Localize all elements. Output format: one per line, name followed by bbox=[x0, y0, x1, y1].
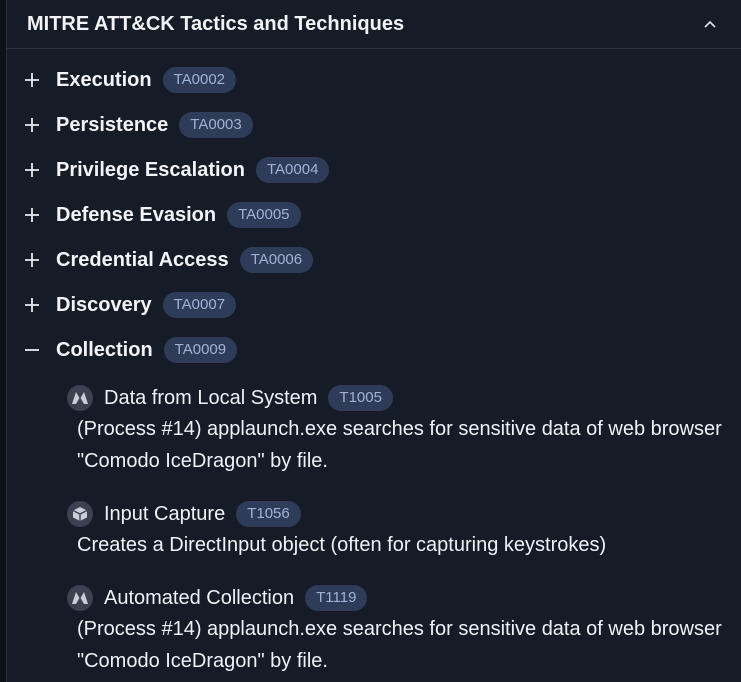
tactic-execution[interactable]: Execution TA0002 bbox=[23, 65, 237, 95]
technique-name: Input Capture bbox=[104, 502, 226, 525]
plus-icon[interactable] bbox=[23, 206, 41, 224]
tactic-id-badge: TA0002 bbox=[162, 67, 237, 93]
mitre-panel: MITRE ATT&CK Tactics and Techniques Exec… bbox=[6, 0, 741, 682]
technique-id-badge: T1056 bbox=[236, 501, 301, 527]
technique-id-badge: T1005 bbox=[328, 385, 393, 411]
tactic-persistence[interactable]: Persistence TA0003 bbox=[23, 110, 253, 140]
panel-title: MITRE ATT&CK Tactics and Techniques bbox=[27, 12, 405, 35]
technique-id-badge: T1119 bbox=[305, 585, 368, 611]
tactic-id-badge: TA0007 bbox=[162, 292, 237, 318]
tactic-name: Persistence bbox=[56, 113, 169, 136]
tactic-name: Collection bbox=[56, 338, 153, 361]
technique-name: Data from Local System bbox=[104, 386, 318, 409]
tactic-name: Discovery bbox=[56, 293, 152, 316]
tactic-id-badge: TA0005 bbox=[227, 202, 301, 228]
cube-icon bbox=[67, 501, 93, 527]
tactic-name: Privilege Escalation bbox=[56, 158, 245, 181]
plus-icon[interactable] bbox=[23, 161, 41, 179]
tactic-defense-evasion[interactable]: Defense Evasion TA0005 bbox=[23, 200, 301, 230]
technique-description: Creates a DirectInput object (often for … bbox=[77, 534, 607, 556]
tactic-id-badge: TA0003 bbox=[179, 112, 253, 138]
plus-icon[interactable] bbox=[23, 71, 41, 89]
tactic-privilege-escalation[interactable]: Privilege Escalation TA0004 bbox=[23, 155, 330, 185]
technique-description: (Process #14) applaunch.exe searches for… bbox=[77, 418, 722, 472]
malware-hex-icon bbox=[67, 585, 93, 611]
tactic-collection[interactable]: Collection TA0009 bbox=[23, 335, 238, 365]
malware-hex-icon bbox=[67, 385, 93, 411]
technique-description: (Process #14) applaunch.exe searches for… bbox=[77, 618, 722, 672]
tactic-discovery[interactable]: Discovery TA0007 bbox=[23, 290, 237, 320]
panel-header[interactable]: MITRE ATT&CK Tactics and Techniques bbox=[7, 0, 741, 49]
tactic-name: Credential Access bbox=[56, 248, 229, 271]
plus-icon[interactable] bbox=[23, 296, 41, 314]
technique-automated-collection: Automated Collection T1119 (Process #14)… bbox=[67, 583, 727, 677]
chevron-up-icon[interactable] bbox=[701, 15, 719, 33]
plus-icon[interactable] bbox=[23, 116, 41, 134]
tactic-id-badge: TA0009 bbox=[163, 337, 238, 363]
technique-input-capture: Input Capture T1056 Creates a DirectInpu… bbox=[67, 499, 727, 561]
technique-data-from-local-system: Data from Local System T1005 (Process #1… bbox=[67, 383, 727, 477]
plus-icon[interactable] bbox=[23, 251, 41, 269]
tactic-id-badge: TA0006 bbox=[239, 247, 314, 273]
tactic-name: Defense Evasion bbox=[56, 203, 217, 226]
technique-name: Automated Collection bbox=[104, 586, 295, 609]
tactic-credential-access[interactable]: Credential Access TA0006 bbox=[23, 245, 314, 275]
tactic-name: Execution bbox=[56, 68, 152, 91]
minus-icon[interactable] bbox=[23, 341, 41, 359]
tactic-id-badge: TA0004 bbox=[255, 157, 330, 183]
